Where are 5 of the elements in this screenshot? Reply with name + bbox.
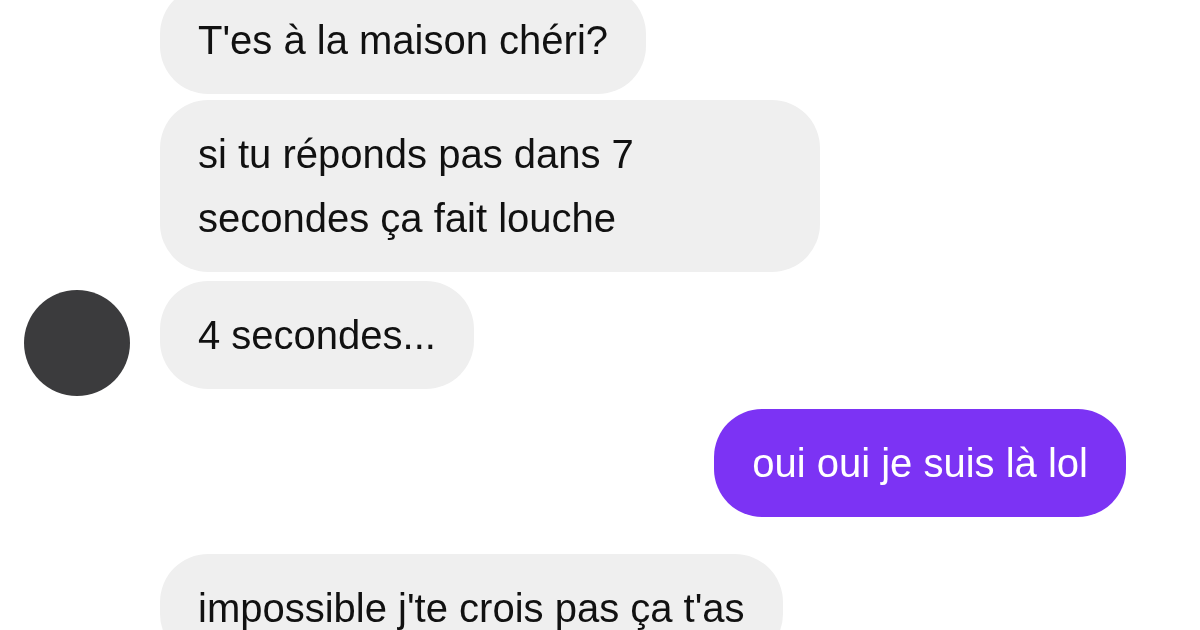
- received-message: impossible j'te crois pas ça t'as: [160, 554, 783, 630]
- received-message: T'es à la maison chéri?: [160, 0, 647, 94]
- received-message: si tu réponds pas dans 7 secondes ça fait louche: [160, 100, 820, 272]
- sent-message: oui oui je suis là lol: [714, 409, 1126, 517]
- received-message: 4 secondes...: [160, 281, 474, 389]
